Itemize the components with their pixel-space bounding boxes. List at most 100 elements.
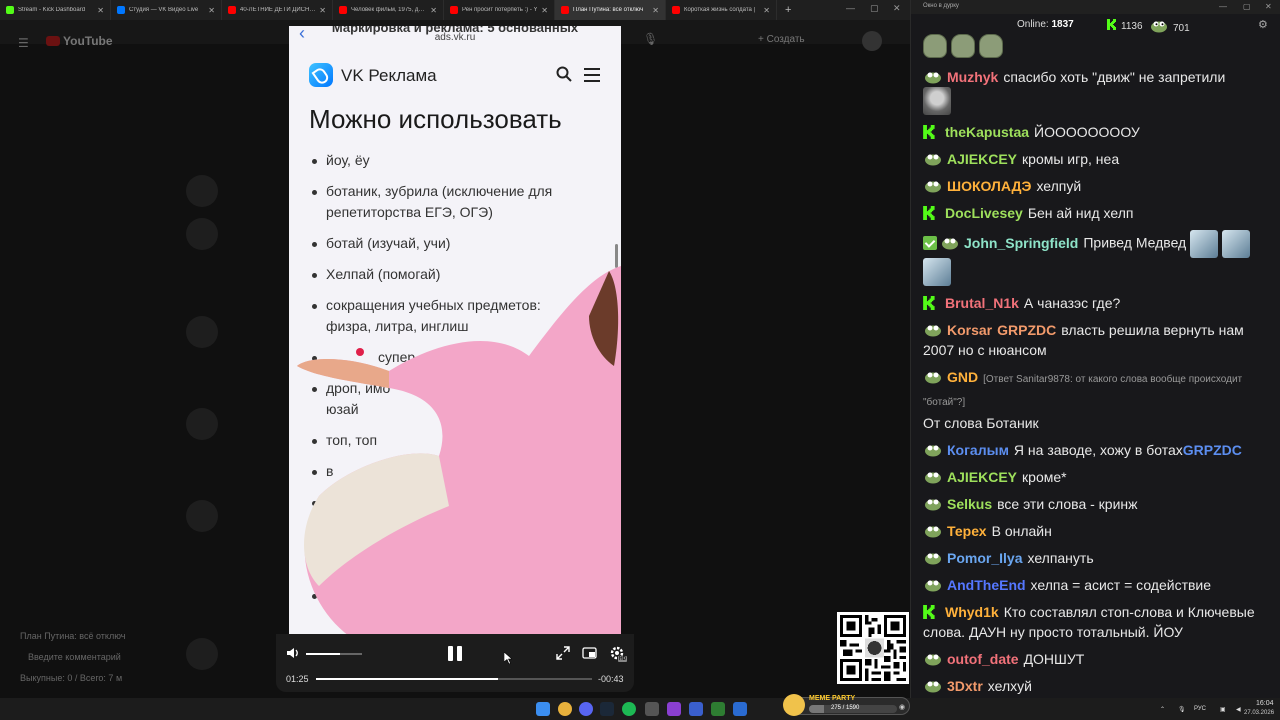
chat-message: John_Springfield Привед Медвед: [923, 230, 1275, 286]
telegram-icon[interactable]: [733, 702, 747, 716]
chat-settings-icon[interactable]: ⚙: [1258, 18, 1268, 31]
chat-username[interactable]: Pomor_Ilya: [947, 550, 1022, 566]
chat-username[interactable]: AndTheEnd: [947, 577, 1026, 593]
volume-icon[interactable]: [286, 646, 300, 660]
app-icon[interactable]: [667, 702, 681, 716]
chat-username[interactable]: ШОКОЛАДЭ: [947, 178, 1031, 194]
maximize-icon[interactable]: ▢: [1243, 2, 1251, 11]
pepe-badge-icon: [925, 445, 941, 457]
avatar[interactable]: [862, 31, 882, 51]
video-frame[interactable]: ‹ Маркировка и реклама: 5 основанных ads…: [289, 26, 621, 636]
browser-tab-active[interactable]: План Путина: всё отключ ✕: [555, 0, 666, 20]
media-player-icon[interactable]: [689, 702, 703, 716]
bear-emote-icon: [923, 258, 951, 286]
close-icon[interactable]: ✕: [541, 6, 548, 15]
chat-username[interactable]: AJIEKCEY: [947, 469, 1017, 485]
vk-ads-logo: [309, 63, 333, 87]
volume-slider[interactable]: [306, 653, 362, 655]
kick-count: 1136: [1121, 21, 1143, 32]
minimize-icon[interactable]: —: [1219, 2, 1227, 11]
close-icon[interactable]: ✕: [97, 6, 104, 15]
chat-username[interactable]: DocLivesey: [945, 205, 1023, 221]
browser-tab[interactable]: Короткая жизнь солдата | ✕: [666, 0, 777, 20]
steam-icon[interactable]: [600, 702, 614, 716]
close-icon[interactable]: ✕: [652, 6, 659, 15]
tab-label: Студия — VK Видео Live: [129, 7, 199, 13]
close-icon[interactable]: ✕: [763, 6, 770, 15]
picture-in-picture-icon[interactable]: [582, 646, 597, 660]
browser-tab[interactable]: Человек фильм, 1975, дата ✕: [333, 0, 444, 20]
obs-icon[interactable]: [645, 702, 659, 716]
start-icon[interactable]: [536, 702, 550, 716]
speaker-icon[interactable]: ◀: [1236, 706, 1241, 713]
chat-username[interactable]: Когалым: [947, 442, 1009, 458]
online-counter: Online: 1837: [1017, 19, 1074, 30]
browser-tab[interactable]: Рен просит потерпеть :) - Y ✕: [444, 0, 555, 20]
youtube-logo[interactable]: YouTube: [46, 34, 113, 48]
pause-button[interactable]: [446, 644, 464, 662]
scrollbar: [615, 244, 618, 268]
close-icon[interactable]: ✕: [319, 6, 326, 15]
clock-time[interactable]: 16:04: [1256, 700, 1274, 707]
chat-text: хелхуй: [987, 678, 1032, 694]
chat-username[interactable]: outof_date: [947, 651, 1019, 667]
seek-progress: [316, 678, 499, 680]
chat-message: Brutal_N1k А чаназэс где?: [923, 293, 1275, 313]
seek-bar[interactable]: [316, 678, 592, 680]
minimize-icon[interactable]: —: [846, 3, 855, 13]
chat-username[interactable]: AJIEKCEY: [947, 151, 1017, 167]
chat-username[interactable]: Whyd1k: [945, 604, 999, 620]
chrome-icon[interactable]: [558, 702, 572, 716]
pepe-badge-icon: [942, 238, 958, 250]
browser-tab[interactable]: Студия — VK Видео Live ✕: [111, 0, 222, 20]
close-window-icon[interactable]: ✕: [893, 3, 901, 14]
video-player-controls: HD 01:25 -00:43: [276, 634, 634, 692]
comment-prompt[interactable]: Введите комментарий: [28, 652, 121, 662]
chat-window-title: Окно в дурку: [923, 3, 959, 9]
chat-username[interactable]: Korsar: [947, 322, 992, 338]
pepe-badge-icon: [925, 472, 941, 484]
clock-date[interactable]: 27.03.2026: [1244, 710, 1274, 716]
close-icon[interactable]: ✕: [208, 6, 215, 15]
chat-username[interactable]: Muzhyk: [947, 69, 998, 85]
pepe-badge-icon: [925, 181, 941, 193]
menu-icon[interactable]: ☰: [18, 36, 29, 50]
app-icon[interactable]: [711, 702, 725, 716]
discord-icon[interactable]: [579, 702, 593, 716]
language-indicator[interactable]: РУС: [1194, 706, 1206, 712]
create-button[interactable]: + Создать: [758, 34, 805, 45]
chevron-up-icon[interactable]: ⌃: [1160, 706, 1165, 713]
fullscreen-icon[interactable]: [556, 646, 570, 660]
browser-tab[interactable]: Stream - Kick Dashboard ✕: [0, 0, 111, 20]
chat-username[interactable]: Brutal_N1k: [945, 295, 1019, 311]
chat-username[interactable]: John_Springfield: [964, 235, 1078, 251]
mic-icon[interactable]: 🎙: [643, 32, 658, 46]
youtube-icon: [672, 6, 680, 14]
browser-tab[interactable]: 40-ЛЕТНИЕ ДЕТИ ДИСНЕЯ ✕: [222, 0, 333, 20]
network-icon[interactable]: ▣: [1220, 706, 1226, 713]
chat-message: theKapustaa ЙООООООООУ: [923, 122, 1275, 142]
chat-username[interactable]: 3Dxtr: [947, 678, 983, 694]
mic-icon[interactable]: 🎙: [1178, 706, 1186, 713]
chat-username[interactable]: theKapustaa: [945, 124, 1029, 140]
close-icon[interactable]: ✕: [430, 6, 437, 15]
chat-username-secondary[interactable]: GRPZDC: [997, 322, 1056, 338]
list-item: некоторые обороты: «: [309, 585, 589, 606]
search-icon: [556, 66, 572, 82]
chat-text: От слова Ботаник: [923, 415, 1039, 431]
chat-username[interactable]: Терех: [947, 523, 987, 539]
online-label: Online:: [1017, 19, 1049, 30]
spotify-icon[interactable]: [622, 702, 636, 716]
maximize-icon[interactable]: ▢: [870, 3, 879, 14]
meme-party-count: 275 / 1590: [831, 705, 860, 711]
list-item: ботай (изучай, учи): [309, 233, 589, 254]
new-tab-button[interactable]: +: [785, 4, 791, 16]
chat-username[interactable]: Selkus: [947, 496, 992, 512]
chat-username[interactable]: GND: [947, 369, 978, 385]
chat-text: ДОНШУТ: [1023, 651, 1085, 667]
close-icon[interactable]: ✕: [1265, 2, 1272, 11]
kick-badge-icon: [923, 125, 935, 139]
pepe-badge-icon: [925, 553, 941, 565]
chat-window-titlebar: Окно в дурку — ▢ ✕: [911, 0, 1280, 14]
chat-text: хелпа = асист = содействие: [1030, 577, 1212, 593]
